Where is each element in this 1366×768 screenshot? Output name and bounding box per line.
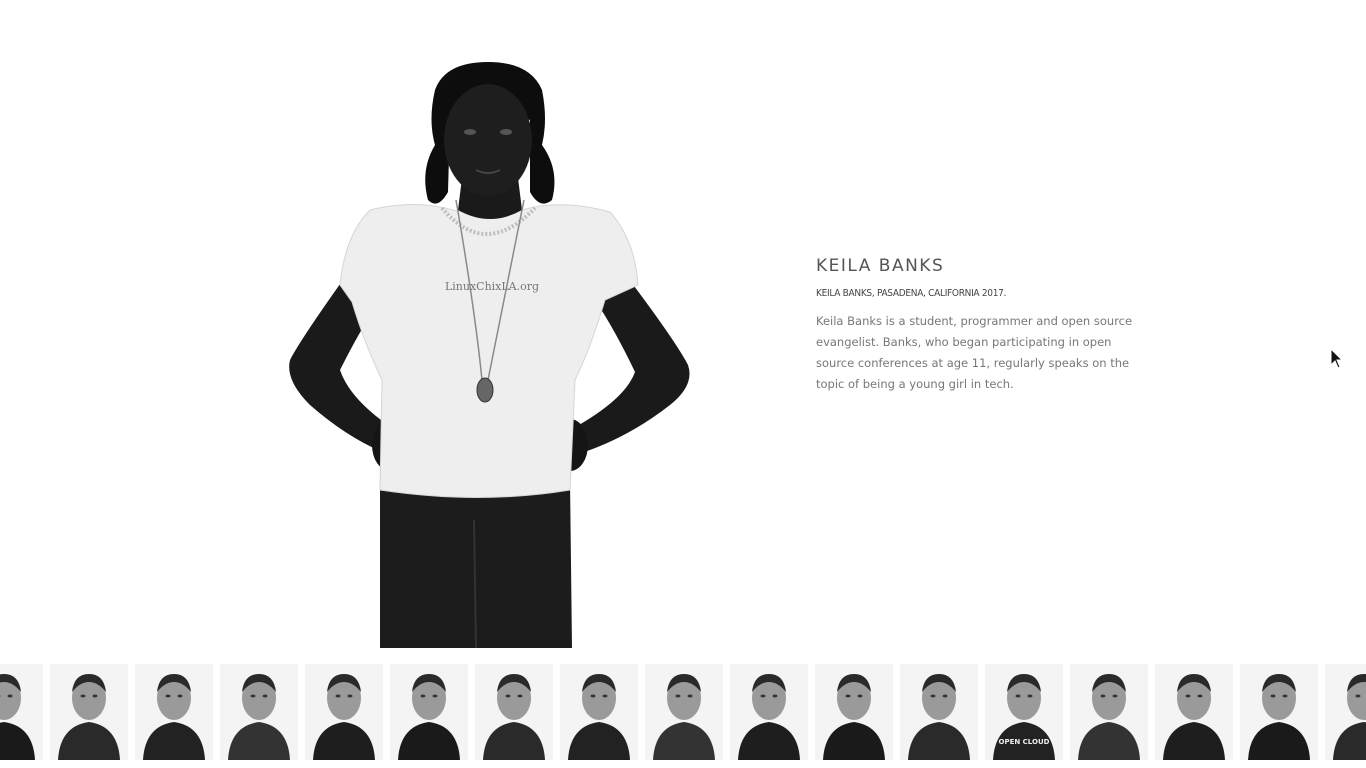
portrait-thumbnail-15[interactable] [1155, 664, 1233, 760]
portrait-thumbnail-5[interactable] [305, 664, 383, 760]
portrait-thumbnail-strip[interactable]: OPEN CLOUD [0, 664, 1366, 768]
portrait-thumbnail-8[interactable] [560, 664, 638, 760]
portrait-thumbnail-7[interactable] [475, 664, 553, 760]
shirt-print-text: LinuxChixLA.org [445, 280, 539, 293]
portrait-thumbnail-13[interactable]: OPEN CLOUD [985, 664, 1063, 760]
portrait-thumbnail-14[interactable] [1070, 664, 1148, 760]
hero-portrait-photo: LinuxChixLA.org [230, 60, 750, 648]
portrait-thumbnail-4[interactable] [220, 664, 298, 760]
portrait-thumbnail-11[interactable] [815, 664, 893, 760]
portrait-thumbnail-16[interactable] [1240, 664, 1318, 760]
portrait-gallery-page: LinuxChixLA.org KEILA BANKS KEILA BANKS,… [0, 0, 1366, 768]
portrait-thumbnail-6[interactable] [390, 664, 468, 760]
mouse-cursor-icon [1330, 348, 1344, 369]
profile-info-panel: KEILA BANKS KEILA BANKS, PASADENA, CALIF… [816, 256, 1146, 395]
profile-caption: KEILA BANKS, PASADENA, CALIFORNIA 2017. [816, 288, 1007, 299]
portrait-thumbnail-2[interactable] [50, 664, 128, 760]
portrait-thumbnail-10[interactable] [730, 664, 808, 760]
portrait-thumbnail-9[interactable] [645, 664, 723, 760]
profile-bio: Keila Banks is a student, programmer and… [816, 314, 1133, 391]
thumbnail-shirt-text: OPEN CLOUD [999, 738, 1050, 746]
portrait-thumbnail-1[interactable] [0, 664, 43, 760]
portrait-thumbnail-12[interactable] [900, 664, 978, 760]
portrait-thumbnail-3[interactable] [135, 664, 213, 760]
profile-name: KEILA BANKS [816, 256, 945, 276]
portrait-thumbnail-17[interactable] [1325, 664, 1366, 760]
